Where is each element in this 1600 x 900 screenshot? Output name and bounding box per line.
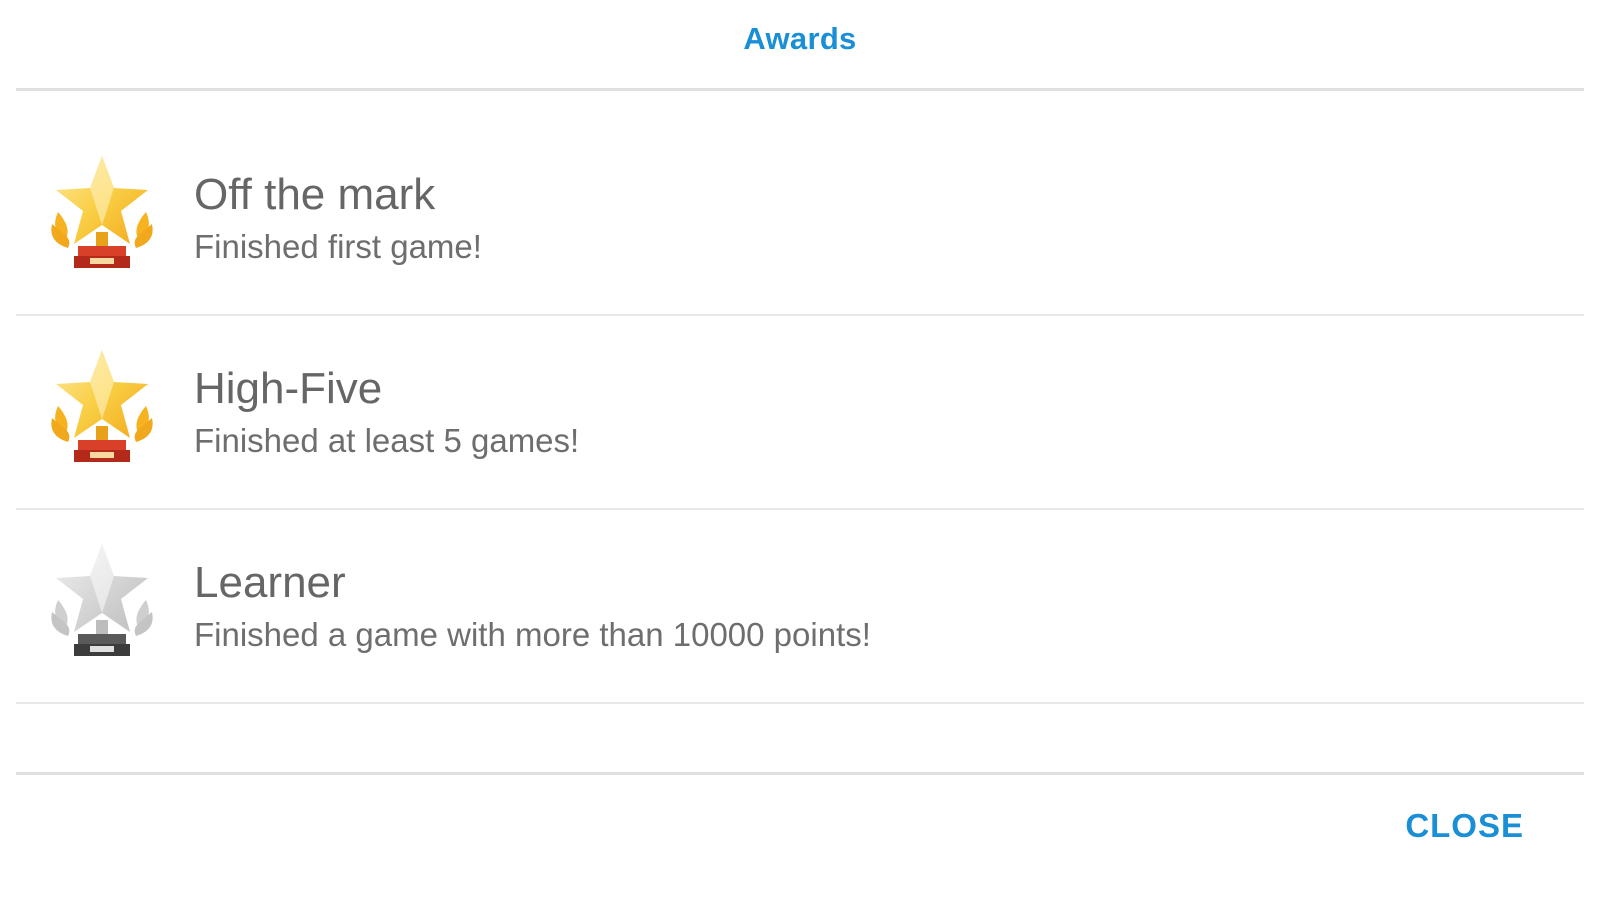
award-item: High-Five Finished at least 5 games!: [16, 316, 1584, 510]
gold-trophy-icon: [48, 348, 156, 464]
award-title: Learner: [194, 558, 346, 607]
award-description: Finished a game with more than 10000 poi…: [194, 616, 871, 653]
footer-divider: [16, 772, 1584, 775]
title-divider: [16, 88, 1584, 91]
close-button[interactable]: CLOSE: [1399, 799, 1530, 853]
award-description: Finished at least 5 games!: [194, 422, 580, 459]
award-description: Finished first game!: [194, 228, 482, 265]
gold-trophy-icon: [48, 154, 156, 270]
award-item: Learner Finished a game with more than 1…: [16, 510, 1584, 704]
award-title: High-Five: [194, 364, 383, 413]
awards-dialog: Awards Off the mark Finished first game!…: [0, 0, 1600, 900]
award-item: Off the mark Finished first game!: [16, 122, 1584, 316]
award-list: Off the mark Finished first game! High-F…: [16, 122, 1584, 704]
award-title: Off the mark: [194, 170, 436, 219]
dialog-title: Awards: [743, 21, 857, 56]
gray-trophy-icon: [48, 542, 156, 658]
